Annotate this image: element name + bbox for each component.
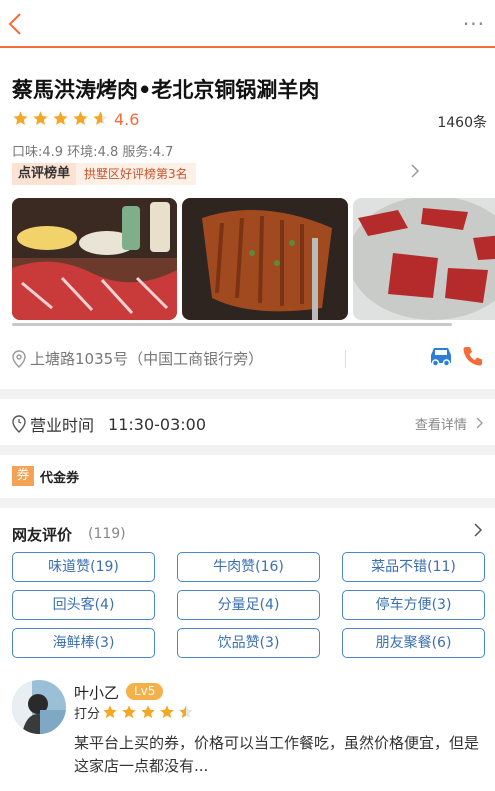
section-gap — [0, 498, 495, 508]
star-icon — [93, 111, 108, 125]
photo-roasted-lamb[interactable] — [182, 198, 348, 320]
reviews-title[interactable]: 网友评价 — [12, 524, 72, 545]
section-gap — [0, 389, 495, 399]
address[interactable]: 上塘路1035号（中国工商银行旁） — [12, 348, 263, 369]
star-icon — [73, 111, 88, 125]
photo-gallery[interactable] — [12, 198, 495, 320]
star-rating — [12, 110, 109, 130]
top-bar: ··· — [0, 0, 495, 48]
shop-name: 蔡馬洪涛烤肉•老北京铜锅涮羊肉 — [12, 78, 320, 102]
rank-tag: 点评榜单 — [12, 163, 77, 185]
chevron-right-icon — [476, 417, 483, 429]
address-text: 上塘路1035号（中国工商银行旁） — [30, 350, 264, 368]
review-tag[interactable]: 分量足(4) — [177, 590, 320, 620]
view-details-link[interactable]: 查看详情 — [415, 414, 483, 433]
reviews-count: (119) — [88, 526, 126, 542]
review-tag[interactable]: 菜品不错(11) — [342, 552, 485, 582]
review-tag[interactable]: 海鲜棒(3) — [12, 628, 155, 658]
review-tag[interactable]: 停车方便(3) — [342, 590, 485, 620]
chevron-left-icon[interactable] — [6, 12, 28, 36]
reviewer-name[interactable]: 叶小乙 — [74, 682, 119, 703]
sub-scores: 口味:4.9 环境:4.8 服务:4.7 — [12, 145, 174, 160]
hours-label: 营业时间 — [30, 416, 95, 435]
gallery-scrollbar[interactable] — [12, 323, 452, 326]
review-tags: 味道赞(19) 牛肉赞(16) 菜品不错(11) 回头客(4) 分量足(4) 停… — [12, 552, 485, 658]
review-count[interactable]: 1460条 — [437, 112, 487, 132]
rank-text: 拱墅区好评榜第3名 — [76, 163, 196, 185]
star-icon — [179, 705, 193, 718]
level-badge: Lv5 — [126, 683, 164, 700]
coupon-badge: 券 — [12, 466, 34, 486]
hours-time: 11:30-03:00 — [108, 414, 207, 434]
chevron-right-icon[interactable] — [473, 522, 483, 538]
divider — [345, 350, 346, 368]
shop-score: 4.6 — [114, 110, 140, 129]
star-icon — [122, 705, 136, 718]
business-hours: 营业时间 11:30-03:00 — [12, 412, 206, 436]
review-text[interactable]: 某平台上买的券，价格可以当工作餐吃，虽然价格便宜，但是这家店一点都没有... — [74, 732, 486, 778]
rating-row: 4.6 1460条 — [12, 110, 487, 132]
review-tag[interactable]: 饮品赞(3) — [177, 628, 320, 658]
view-details-label: 查看详情 — [414, 418, 467, 433]
photo-raw-meat-slices[interactable] — [353, 198, 495, 320]
avatar[interactable] — [12, 680, 66, 734]
review-tag[interactable]: 朋友聚餐(6) — [342, 628, 485, 658]
photo-bbq-platter[interactable] — [12, 198, 177, 320]
review-tag[interactable]: 牛肉赞(16) — [177, 552, 320, 582]
rating-label: 打分 — [74, 707, 101, 722]
review-tag[interactable]: 回头客(4) — [12, 590, 155, 620]
more-icon[interactable]: ··· — [463, 12, 485, 36]
coupon-label: 代金券 — [40, 470, 80, 486]
location-pin-icon — [12, 349, 26, 368]
rank-badge[interactable]: 点评榜单 拱墅区好评榜第3名 — [12, 163, 196, 185]
star-icon — [53, 111, 68, 125]
star-icon — [33, 111, 48, 125]
star-icon — [13, 111, 28, 125]
section-gap — [0, 445, 495, 455]
phone-icon[interactable] — [462, 345, 484, 367]
review-tag[interactable]: 味道赞(19) — [12, 552, 155, 582]
star-icon — [141, 705, 155, 718]
clock-pin-icon — [12, 415, 26, 433]
chevron-right-icon[interactable] — [410, 163, 420, 179]
reviewer-star-rating — [102, 704, 194, 720]
coupon-row[interactable]: 券 代金券 — [12, 466, 79, 486]
car-icon[interactable] — [428, 345, 454, 367]
star-icon — [103, 705, 117, 718]
star-icon — [160, 705, 174, 718]
